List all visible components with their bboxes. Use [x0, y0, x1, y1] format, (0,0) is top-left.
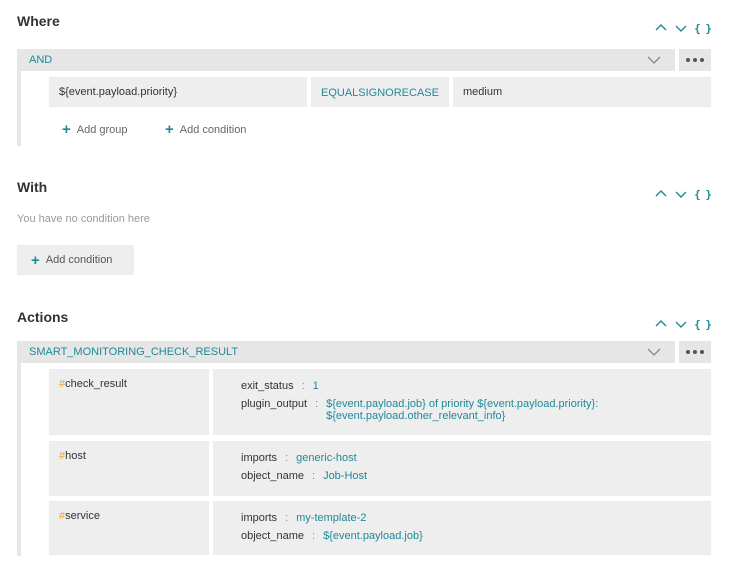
condition-operator-select[interactable]: EQUALSIGNORECASE — [311, 77, 449, 107]
more-dot-icon — [700, 58, 704, 62]
action-type-label: SMART_MONITORING_CHECK_RESULT — [29, 346, 239, 358]
prop-separator: : — [301, 380, 305, 392]
with-add-condition-button[interactable]: + Add condition — [17, 245, 134, 275]
json-editor-icon[interactable]: { } — [694, 188, 712, 201]
where-operator-bar[interactable]: AND — [17, 49, 675, 71]
prop-separator: : — [285, 452, 289, 464]
move-down-icon[interactable] — [674, 21, 688, 35]
where-more-button[interactable] — [679, 49, 711, 71]
prop-value[interactable]: 1 — [313, 380, 319, 392]
action-row-props[interactable]: imports : my-template-2 object_name : ${… — [213, 501, 711, 555]
prop-separator: : — [312, 470, 316, 482]
prop-key: imports — [241, 452, 278, 464]
more-dot-icon — [700, 350, 704, 354]
move-down-icon[interactable] — [674, 187, 688, 201]
add-condition-button[interactable]: + Add condition — [165, 122, 246, 137]
more-dot-icon — [693, 350, 697, 354]
prop-value[interactable]: generic-host — [296, 452, 357, 464]
prop-separator: : — [312, 530, 316, 542]
row-name-label: check_result — [65, 378, 127, 390]
prop-value[interactable]: Job-Host — [323, 470, 367, 482]
move-up-icon[interactable] — [654, 317, 668, 331]
move-down-icon[interactable] — [674, 317, 688, 331]
chevron-down-icon[interactable] — [647, 345, 661, 363]
condition-value-input[interactable]: medium — [453, 77, 711, 107]
more-dot-icon — [686, 350, 690, 354]
prop-row: imports : generic-host — [241, 452, 683, 464]
chevron-down-icon[interactable] — [647, 53, 661, 71]
prop-key: object_name — [241, 530, 304, 542]
where-group-rule — [17, 71, 21, 146]
move-up-icon[interactable] — [654, 21, 668, 35]
plus-icon: + — [165, 121, 174, 138]
json-editor-icon[interactable]: { } — [694, 22, 712, 35]
prop-row: object_name : ${event.payload.job} — [241, 530, 683, 542]
operator-label: AND — [29, 54, 53, 66]
row-name-label: host — [65, 450, 86, 462]
more-dot-icon — [693, 58, 697, 62]
action-row-name[interactable]: #check_result — [49, 369, 209, 435]
where-title: Where — [17, 13, 60, 29]
prop-value[interactable]: ${event.payload.job} — [323, 530, 423, 542]
action-row-props[interactable]: exit_status : 1 plugin_output : ${event.… — [213, 369, 711, 435]
prop-key: imports — [241, 512, 278, 524]
prop-key: exit_status — [241, 380, 294, 392]
actions-more-button[interactable] — [679, 341, 711, 363]
prop-separator: : — [315, 398, 319, 410]
more-dot-icon — [686, 58, 690, 62]
where-controls: { } — [654, 21, 712, 35]
with-controls: { } — [654, 187, 712, 201]
prop-key: object_name — [241, 470, 304, 482]
prop-key: plugin_output — [241, 398, 308, 410]
prop-value[interactable]: my-template-2 — [296, 512, 366, 524]
row-name-label: service — [65, 510, 100, 522]
condition-field-input[interactable]: ${event.payload.priority} — [49, 77, 307, 107]
prop-row: exit_status : 1 — [241, 380, 683, 392]
actions-title: Actions — [17, 309, 69, 325]
json-editor-icon[interactable]: { } — [694, 318, 712, 331]
action-type-bar[interactable]: SMART_MONITORING_CHECK_RESULT — [17, 341, 675, 363]
with-title: With — [17, 179, 48, 195]
with-empty-text: You have no condition here — [17, 213, 150, 225]
prop-row: plugin_output : ${event.payload.job} of … — [241, 398, 683, 422]
add-group-label: Add group — [76, 123, 128, 136]
add-condition-label: Add condition — [179, 123, 247, 136]
plus-icon: + — [62, 121, 71, 138]
action-row-name[interactable]: #host — [49, 441, 209, 496]
plus-icon: + — [31, 251, 40, 269]
move-up-icon[interactable] — [654, 187, 668, 201]
prop-separator: : — [285, 512, 289, 524]
prop-row: object_name : Job-Host — [241, 470, 683, 482]
add-condition-label: Add condition — [45, 254, 113, 266]
actions-group-rule — [17, 363, 21, 556]
action-row-props[interactable]: imports : generic-host object_name : Job… — [213, 441, 711, 496]
action-row-name[interactable]: #service — [49, 501, 209, 555]
prop-value[interactable]: ${event.payload.job} of priority ${event… — [326, 398, 626, 422]
add-group-button[interactable]: + Add group — [62, 122, 128, 137]
actions-controls: { } — [654, 317, 712, 331]
prop-row: imports : my-template-2 — [241, 512, 683, 524]
